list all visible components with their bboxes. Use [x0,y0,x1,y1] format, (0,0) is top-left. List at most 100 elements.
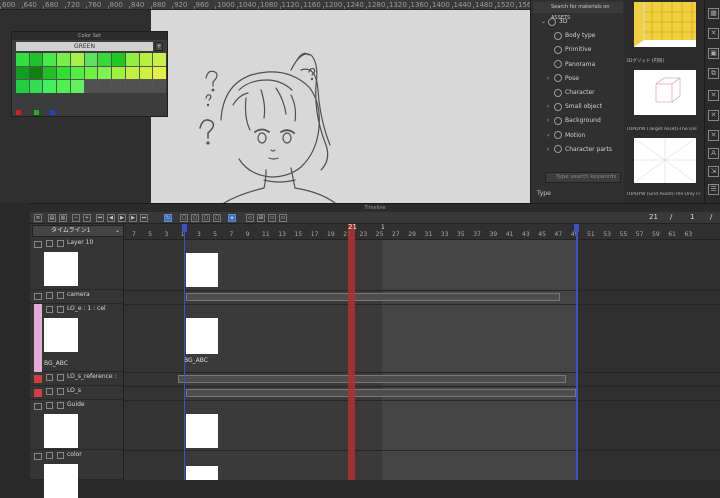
new-timeline-icon[interactable]: ▤ [48,214,56,222]
range-start-handle[interactable] [182,224,187,232]
last-frame-icon[interactable]: ⏭ [140,214,148,222]
color-swatch[interactable] [43,53,57,66]
color-swatch[interactable] [125,53,139,66]
curve-icon[interactable]: ▭ [279,214,287,222]
visibility-icon[interactable] [34,241,42,248]
layer-lock-icon[interactable] [46,402,53,409]
timeline-layer-row[interactable]: camera [30,290,124,304]
thumbnail-target-asset[interactable] [634,70,696,115]
cel-frame[interactable] [186,253,218,287]
color-swatch[interactable] [98,80,112,93]
timeline-layer-row[interactable]: LO_e : 1 : cel BG_ABC [30,304,124,372]
layer-property-icon[interactable]: ▦ [708,8,719,19]
add-color-icon[interactable]: + [155,42,163,51]
clear-icon[interactable]: ✕ [708,90,719,101]
layer-lock-icon[interactable] [46,240,53,247]
color-set-palette[interactable]: Color Set GREEN + [11,31,168,117]
copy-icon[interactable]: ⧉ [708,68,719,79]
asset-tree-item[interactable]: › Pose [547,73,627,85]
color-swatch[interactable] [16,80,29,93]
visibility-icon[interactable] [34,453,42,460]
visibility-icon[interactable] [34,293,42,300]
frame-rate-icon[interactable]: ▥ [59,214,67,222]
layer-lock-icon[interactable] [46,306,53,313]
text-icon[interactable]: A [708,148,719,159]
timeline-layer-row[interactable]: Guide [30,400,124,450]
layer-lock-icon[interactable] [46,388,53,395]
range-start-marker[interactable] [184,224,185,480]
range-end-handle[interactable] [574,224,579,232]
merge-icon[interactable]: ▣ [708,48,719,59]
color-swatch[interactable] [139,80,153,93]
color-swatch[interactable] [139,66,153,80]
color-swatch[interactable] [98,66,112,80]
blue-tag-icon[interactable] [50,110,55,115]
color-swatch[interactable] [139,53,153,66]
color-swatch[interactable] [125,66,139,80]
asset-tree-item[interactable]: Panorama [547,59,627,71]
color-swatch[interactable] [84,80,98,93]
keyword-search-input[interactable]: Type search keywords [545,172,621,183]
color-swatch[interactable] [43,66,57,80]
color-swatch[interactable] [153,53,166,66]
color-swatch[interactable] [29,80,43,93]
timeline-layer-row[interactable]: LO_s [30,386,124,400]
color-swatch[interactable] [112,66,125,80]
thumbnail-3d-grid-cylinder[interactable] [634,2,696,47]
red-tag-icon[interactable] [16,110,21,115]
color-set-dropdown[interactable]: GREEN [16,42,153,51]
timeline-layer-row[interactable]: Layer 10 [30,238,124,290]
thumbnail-grid-asset[interactable] [633,137,697,184]
color-swatch[interactable] [57,66,70,80]
asset-tree-item[interactable]: ⌄ 3D [541,16,621,28]
reference-track-band[interactable] [178,375,566,383]
layer-lock-icon[interactable] [46,452,53,459]
color-swatch[interactable] [98,53,112,66]
color-swatch[interactable] [112,80,125,93]
export-icon[interactable]: ⇲ [708,166,719,177]
cel-frame[interactable] [186,318,218,354]
camera-track-band[interactable] [186,293,560,301]
specify-cel-icon[interactable]: ▢ [191,214,199,222]
play-icon[interactable]: ▶ [118,214,126,222]
cel-frame[interactable] [186,414,218,448]
assets-search-link[interactable]: Search for materials on ASSETS [533,2,623,21]
color-swatch-grid[interactable] [16,53,166,93]
asset-tree-item[interactable]: Character [547,87,627,99]
asset-tree-item[interactable]: Primitive [547,44,627,56]
next-frame-icon[interactable]: ▶ [129,214,137,222]
timeline-layer-row[interactable]: color [30,450,124,498]
asset-tree-item[interactable]: › Small object [547,101,627,113]
layer-lock-icon[interactable] [46,374,53,381]
delete-cel-icon[interactable]: ▢ [202,214,210,222]
color-swatch[interactable] [125,80,139,93]
keyframe-mode-icon[interactable]: ⊞ [257,214,265,222]
loop-icon[interactable]: ↻ [164,214,172,222]
color-swatch[interactable] [29,53,43,66]
color-swatch[interactable] [84,66,98,80]
asset-tree-item[interactable]: Body type [547,30,627,42]
timeline-frames[interactable]: 7531357911131517192123252729313335373941… [124,224,720,480]
asset-tree-item[interactable]: › Motion [547,130,627,142]
color-swatch[interactable] [57,53,70,66]
visibility-icon[interactable] [34,403,42,410]
color-swatch[interactable] [70,66,84,80]
color-swatch[interactable] [16,66,29,80]
settings-icon[interactable]: ☰ [708,184,719,195]
onion-skin-icon[interactable]: ◈ [228,214,236,222]
keyframe-icon[interactable]: ◇ [246,214,254,222]
prev-frame-icon[interactable]: ◀ [107,214,115,222]
cel-list-icon[interactable]: ▢ [213,214,221,222]
color-swatch[interactable] [84,53,98,66]
color-swatch[interactable] [29,66,43,80]
easing-icon[interactable]: ▭ [268,214,276,222]
color-swatch[interactable] [70,53,84,66]
timeline-select[interactable]: タイムライン1 ⌄ [32,225,124,237]
layer-lock-icon[interactable] [46,292,53,299]
asset-tree-item[interactable]: › Background [547,115,627,127]
zoom-out-icon[interactable]: − [72,214,80,222]
cel-frame[interactable] [186,466,218,480]
frame-header[interactable]: 7531357911131517192123252729313335373941… [124,224,720,240]
color-swatch[interactable] [57,80,70,93]
delete-icon[interactable]: ✕ [708,28,719,39]
